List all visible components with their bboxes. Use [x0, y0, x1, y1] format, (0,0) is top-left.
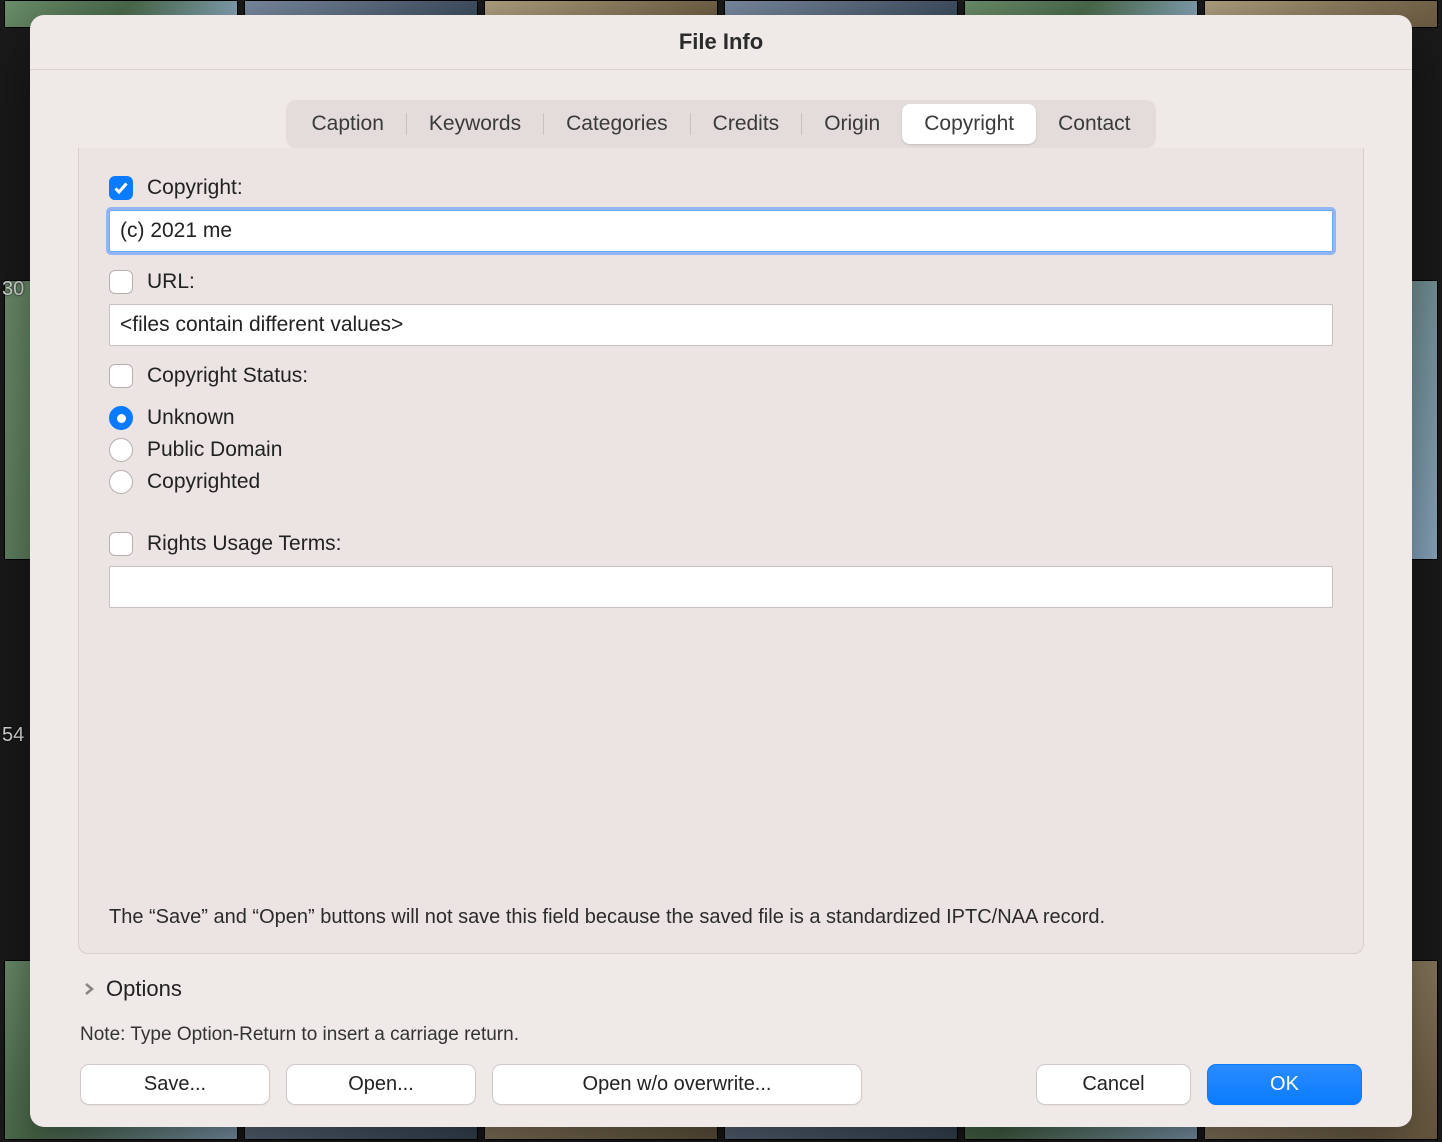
tab-copyright[interactable]: Copyright	[902, 104, 1036, 144]
status-radio-unknown-label: Unknown	[147, 406, 235, 430]
ok-button[interactable]: OK	[1207, 1064, 1362, 1105]
chevron-right-icon	[82, 982, 96, 996]
url-checkbox[interactable]	[109, 270, 133, 294]
rights-terms-input[interactable]	[109, 566, 1333, 608]
status-radio-unknown[interactable]	[109, 406, 133, 430]
status-radio-group: Unknown Public Domain Copyrighted	[109, 402, 1333, 498]
tab-caption[interactable]: Caption	[290, 104, 406, 144]
status-label: Copyright Status:	[147, 364, 308, 388]
tabs: Caption Keywords Categories Credits Orig…	[286, 100, 1157, 148]
dialog-title: File Info	[30, 15, 1412, 70]
tab-origin[interactable]: Origin	[802, 104, 902, 144]
status-radio-copyrighted[interactable]	[109, 470, 133, 494]
tab-keywords[interactable]: Keywords	[407, 104, 543, 144]
status-checkbox[interactable]	[109, 364, 133, 388]
copyright-input[interactable]	[109, 210, 1333, 252]
tab-contact[interactable]: Contact	[1036, 104, 1152, 144]
tab-categories[interactable]: Categories	[544, 104, 690, 144]
url-input[interactable]	[109, 304, 1333, 346]
copyright-checkbox[interactable]	[109, 176, 133, 200]
file-info-dialog: File Info Caption Keywords Categories Cr…	[30, 15, 1412, 1127]
status-radio-public-domain[interactable]	[109, 438, 133, 462]
open-wo-overwrite-button[interactable]: Open w/o overwrite...	[492, 1064, 862, 1105]
cancel-button[interactable]: Cancel	[1036, 1064, 1191, 1105]
open-button[interactable]: Open...	[286, 1064, 476, 1105]
rights-terms-label: Rights Usage Terms:	[147, 532, 342, 556]
button-row: Save... Open... Open w/o overwrite... Ca…	[78, 1064, 1364, 1109]
bg-count-b: 54	[2, 724, 24, 747]
rights-terms-checkbox[interactable]	[109, 532, 133, 556]
bg-count-a: 30	[2, 278, 24, 301]
note-text: Note: Type Option-Return to insert a car…	[80, 1024, 1364, 1046]
options-disclosure[interactable]: Options	[82, 976, 1364, 1002]
tab-credits[interactable]: Credits	[691, 104, 802, 144]
status-radio-copyrighted-label: Copyrighted	[147, 470, 260, 494]
save-button[interactable]: Save...	[80, 1064, 270, 1105]
options-label: Options	[106, 976, 182, 1002]
save-open-hint: The “Save” and “Open” buttons will not s…	[109, 906, 1333, 929]
url-label: URL:	[147, 270, 195, 294]
status-radio-public-domain-label: Public Domain	[147, 438, 282, 462]
copyright-panel: Copyright: URL: Copyright Status:	[78, 148, 1364, 954]
copyright-label: Copyright:	[147, 176, 243, 200]
